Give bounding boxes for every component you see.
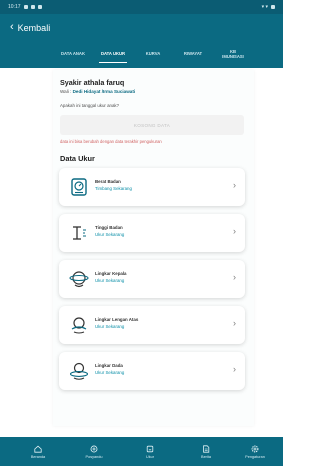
measure-card-lingkar-kepala[interactable]: Lingkar Kepala Ukur Sekarang › [59, 260, 245, 298]
measure-subtitle: Ukur Sekarang [95, 278, 125, 283]
tab-kb-imunisasi[interactable]: KB IMUNISASI [213, 41, 253, 68]
tab-kurva[interactable]: KURVA [133, 41, 173, 68]
status-left: 10:17 [8, 4, 42, 10]
status-right: ▾ ▾ [262, 4, 275, 10]
posyandu-icon [90, 445, 98, 452]
status-bar: 10:17 ▾ ▾ [0, 0, 283, 14]
chevron-right-icon: › [233, 226, 236, 236]
battery-icon [271, 5, 275, 9]
status-time: 10:17 [8, 4, 21, 10]
nav-label: Ukur [145, 454, 155, 459]
nav-item-ukur[interactable]: Ukur [122, 437, 178, 466]
weight-scale-icon [71, 178, 87, 196]
notification-icon [30, 5, 35, 9]
nav-label: Pengaturan [245, 454, 265, 459]
nav-item-beranda[interactable]: Beranda [10, 437, 66, 466]
chevron-right-icon: › [233, 318, 236, 328]
tab-riwayat[interactable]: RIWAYAT [173, 41, 213, 68]
chevron-right-icon: › [233, 364, 236, 374]
measure-subtitle: Timbang Sekarang [95, 186, 132, 191]
app-bar: ‹ Kembali [0, 14, 283, 41]
measure-title: Lingkar Lengan Atas [95, 317, 139, 322]
signal-icon: ▾ ▾ [261, 4, 268, 10]
measure-subtitle: Ukur Sekarang [95, 232, 125, 237]
guardian-name: Dedi Hidayat /Irma Suciawati [72, 89, 136, 94]
notification-icon [23, 5, 28, 9]
head-measure-icon [69, 271, 89, 288]
measure-icon [146, 445, 154, 452]
tab-bar: DATA ANAK DATA UKUR KURVA RIWAYAT KB IMU… [0, 41, 283, 68]
measure-date-question: Apakah ini tanggal ukur anak? [60, 103, 120, 108]
nav-item-berita[interactable]: Berita [178, 437, 234, 466]
settings-icon [251, 445, 259, 452]
nav-label: Posyandu [85, 454, 103, 459]
tab-data-ukur[interactable]: DATA UKUR [93, 41, 133, 68]
nav-label: Beranda [30, 454, 46, 459]
home-icon [34, 445, 42, 453]
measure-card-lingkar-dada[interactable]: Lingkar Dada Ukur Sekarang › [59, 352, 245, 390]
measure-subtitle: Ukur Sekarang [95, 370, 125, 375]
news-icon [203, 444, 210, 453]
measure-title: Lingkar Kepala [95, 271, 127, 276]
arm-measure-icon [71, 317, 87, 334]
chevron-left-icon[interactable]: ‹ [10, 22, 14, 33]
chevron-right-icon: › [233, 272, 236, 282]
measure-date-field[interactable]: KOSONG DATA [60, 115, 244, 135]
nav-item-pengaturan[interactable]: Pengaturan [227, 437, 283, 466]
child-name: Syakir athala faruq [60, 78, 125, 87]
measure-title: Berat Badan [95, 179, 121, 184]
measure-title: Lingkar Dada [95, 363, 123, 368]
back-button-label[interactable]: Kembali [18, 23, 51, 33]
measure-card-tinggi-badan[interactable]: Tinggi Badan Ukur Sekarang › [59, 214, 245, 252]
nav-item-posyandu[interactable]: Posyandu [66, 437, 122, 466]
measure-card-berat-badan[interactable]: Berat Badan Timbang Sekarang › [59, 168, 245, 206]
notification-icon [37, 5, 42, 9]
section-title: Data Ukur [60, 154, 95, 163]
tab-data-anak[interactable]: DATA ANAK [53, 41, 93, 68]
nav-label: Berita [201, 454, 211, 459]
chest-measure-icon [69, 362, 89, 380]
guardian-label: Wali : [60, 89, 73, 94]
chevron-right-icon: › [233, 180, 236, 190]
guardian-line: Wali : Dedi Hidayat /Irma Suciawati [60, 89, 135, 94]
measure-date-warning: data ini bisa berubah dengan data terakh… [60, 139, 162, 144]
measure-card-lingkar-lengan-atas[interactable]: Lingkar Lengan Atas Ukur Sekarang › [59, 306, 245, 344]
bottom-nav: Beranda Posyandu Ukur Berita Pengaturan [0, 437, 283, 466]
height-ruler-icon [73, 226, 86, 240]
measure-title: Tinggi Badan [95, 225, 123, 230]
measure-subtitle: Ukur Sekarang [95, 324, 125, 329]
